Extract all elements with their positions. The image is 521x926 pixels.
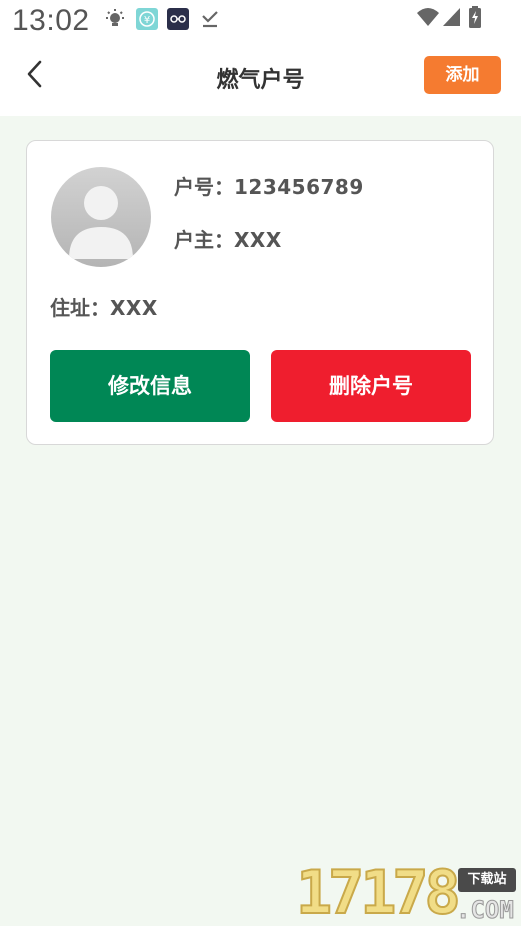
add-button[interactable]: 添加	[424, 56, 501, 94]
header-bar: 燃气户号 添加	[0, 44, 521, 116]
battery-charging-icon	[468, 6, 482, 32]
account-address: 住址：XXX	[50, 292, 158, 321]
yuan-app-icon: ¥	[136, 8, 158, 34]
lightbulb-icon	[104, 8, 126, 34]
status-time: 13:02	[12, 4, 90, 37]
avatar	[51, 167, 151, 267]
wifi-icon	[416, 6, 440, 32]
glasses-app-icon	[167, 8, 189, 34]
watermark-tag: 下载站	[458, 868, 516, 892]
download-done-icon	[200, 8, 220, 34]
account-address-value: XXX	[110, 296, 158, 320]
account-number-value: 123456789	[234, 175, 364, 199]
account-number-label: 户号：	[174, 175, 234, 199]
account-owner-value: XXX	[234, 228, 282, 252]
account-card: 户号：123456789 户主：XXX 住址：XXX 修改信息 删除户号	[26, 140, 494, 445]
account-address-label: 住址：	[50, 296, 110, 320]
account-owner-label: 户主：	[174, 228, 234, 252]
user-placeholder-icon	[69, 186, 133, 259]
signal-icon	[442, 6, 462, 32]
watermark-domain: .COM	[456, 896, 515, 925]
edit-info-button[interactable]: 修改信息	[50, 350, 250, 422]
status-bar: 13:02 ¥	[0, 0, 521, 44]
svg-text:¥: ¥	[144, 15, 150, 26]
watermark-logo: 17178 下载站 .COM	[295, 858, 521, 926]
delete-account-button[interactable]: 删除户号	[271, 350, 471, 422]
watermark-digits: 17178	[295, 858, 462, 926]
account-owner: 户主：XXX	[174, 224, 282, 253]
account-number: 户号：123456789	[174, 171, 364, 200]
